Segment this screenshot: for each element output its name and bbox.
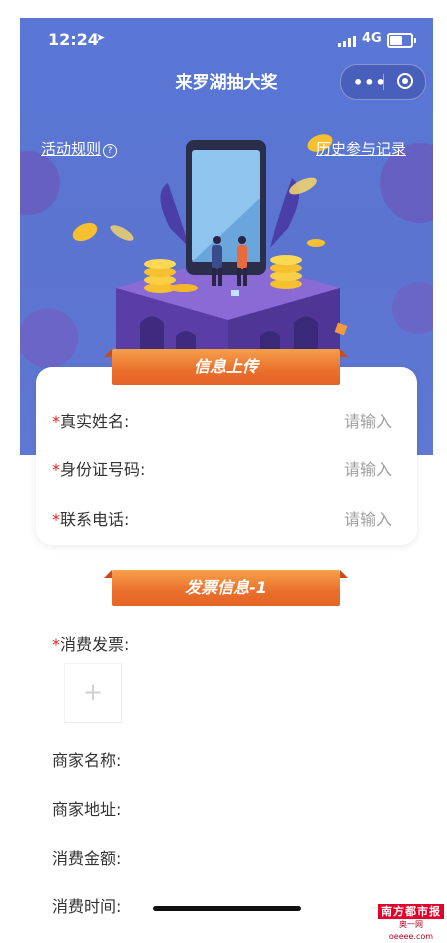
time-label: 消费时间: [52, 897, 122, 916]
status-time: 12:24 [48, 30, 99, 49]
watermark-top-text: 南方都市报 [378, 904, 444, 919]
watermark-bottom-text: 奥一网 oeeee.com [388, 920, 434, 941]
required-mark: * [52, 460, 60, 479]
signal-bars-icon [338, 36, 356, 47]
real-name-input[interactable]: 请输入 [344, 408, 392, 432]
home-indicator [153, 906, 301, 911]
activity-rules-label: 活动规则 [41, 140, 102, 158]
field-label: 消费发票: [60, 635, 130, 654]
network-type: 4G [362, 31, 382, 46]
phone-input[interactable]: 请输入 [344, 506, 392, 530]
history-records-link[interactable]: 历史参与记录 [316, 138, 406, 159]
field-label: 真实姓名: [60, 412, 130, 431]
activity-rules-link[interactable]: 活动规则? [41, 138, 118, 159]
more-icon[interactable]: ••• [353, 73, 387, 92]
history-records-label: 历史参与记录 [316, 140, 407, 158]
required-mark: * [52, 412, 60, 431]
merchant-address-label: 商家地址: [52, 800, 122, 819]
status-bar: 12:24 ➤ 4G [20, 18, 433, 62]
target-circle-icon[interactable] [397, 73, 413, 89]
field-label: 身份证号码: [60, 460, 146, 479]
plus-icon: + [82, 678, 104, 706]
id-number-input[interactable]: 请输入 [344, 456, 392, 480]
newspaper-watermark-logo: 南方都市报 奥一网 oeeee.com [378, 904, 444, 941]
phone-field[interactable]: *联系电话: 请输入 [52, 506, 392, 530]
amount-label: 消费金额: [52, 849, 122, 868]
required-mark: * [52, 510, 60, 529]
section-ribbon-info: 信息上传 [104, 349, 348, 387]
capsule-divider [383, 74, 384, 90]
section-title-info: 信息上传 [193, 357, 258, 376]
invoice-upload-button[interactable]: + [64, 663, 122, 723]
real-name-field[interactable]: *真实姓名: 请输入 [52, 408, 392, 432]
merchant-name-label: 商家名称: [52, 751, 122, 770]
question-circle-icon: ? [103, 144, 118, 158]
section-title-invoice: 发票信息-1 [185, 578, 267, 597]
section-ribbon-invoice: 发票信息-1 [104, 570, 348, 608]
id-number-field[interactable]: *身份证号码: 请输入 [52, 456, 392, 480]
battery-icon [387, 33, 416, 48]
mini-program-capsule: ••• [340, 64, 426, 100]
location-arrow-icon: ➤ [96, 31, 106, 44]
field-label: 联系电话: [60, 510, 130, 529]
required-mark: * [52, 635, 60, 654]
invoice-label: *消费发票: [52, 631, 129, 655]
